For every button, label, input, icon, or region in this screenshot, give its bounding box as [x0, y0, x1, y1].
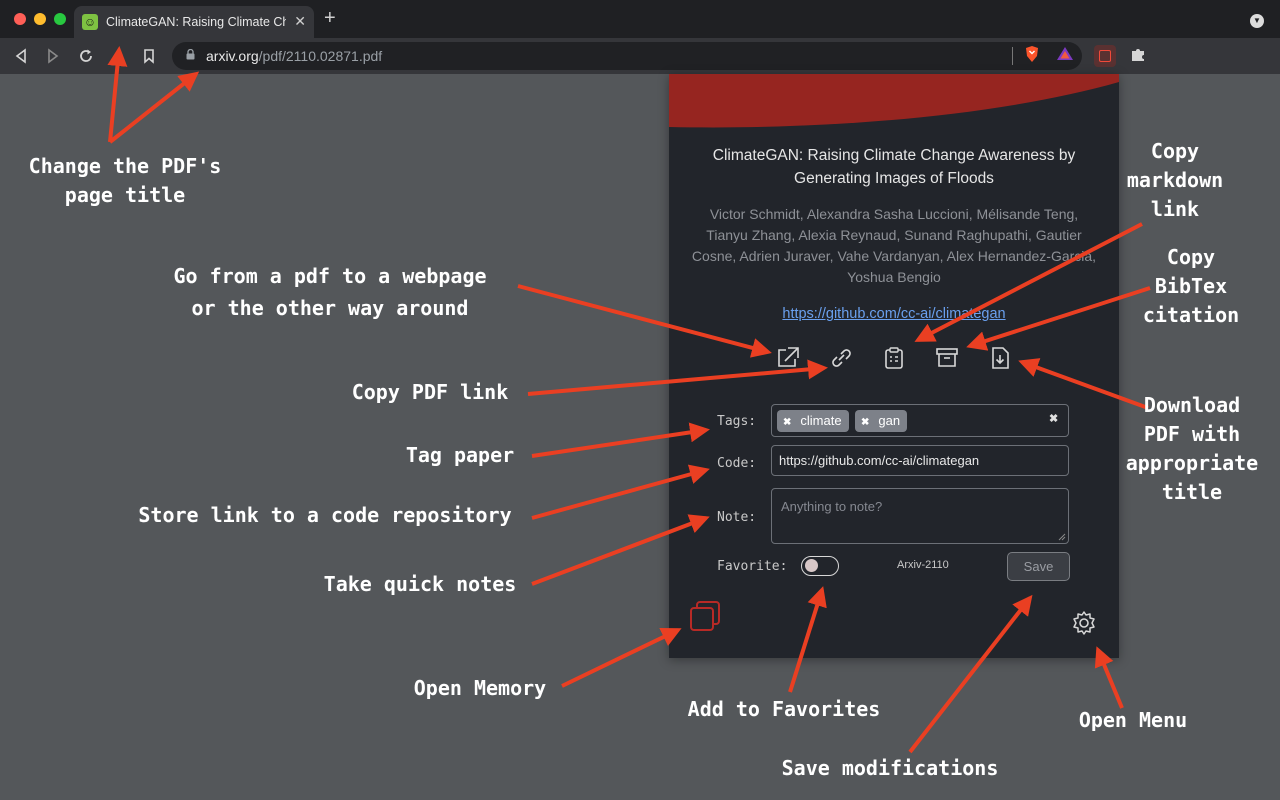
annotation-line: Go from a pdf to a webpage: [173, 264, 487, 288]
arrow-save: [908, 594, 1033, 754]
annotation-open-menu: Open Menu: [1078, 708, 1188, 732]
annotation-line: Copy: [1166, 245, 1216, 269]
arrow-bibtex: [966, 286, 1151, 351]
annotation-quick-notes: Take quick notes: [323, 572, 517, 596]
annotation-save: Save modifications: [781, 756, 999, 780]
annotation-copy-pdf-link: Copy PDF link: [351, 380, 509, 404]
annotation-line: Copy: [1150, 139, 1200, 163]
annotation-line: BibTex: [1154, 274, 1228, 298]
arrow-title-tab: [107, 46, 128, 143]
annotation-line: Download: [1143, 393, 1241, 417]
arrow-open-menu: [1094, 646, 1124, 709]
annotation-tag-paper: Tag paper: [405, 443, 515, 467]
annotation-add-favorites: Add to Favorites: [687, 697, 881, 721]
annotation-line: PDF with: [1143, 422, 1241, 446]
arrow-markdown: [914, 222, 1143, 342]
arrow-quick-notes: [531, 514, 710, 586]
annotation-line: Change the PDF's: [28, 154, 222, 178]
annotation-line: citation: [1142, 303, 1240, 327]
annotation-copy-markdown: Copy markdown link: [1110, 137, 1240, 224]
arrow-favorites: [788, 586, 827, 693]
annotation-store-link: Store link to a code repository: [138, 503, 512, 527]
arrow-code-repo: [531, 464, 710, 520]
annotation-line: appropriate: [1125, 451, 1259, 475]
annotation-line: markdown: [1126, 168, 1224, 192]
annotation-arrows: [107, 46, 1151, 754]
annotation-copy-bibtex: Copy BibTex citation: [1126, 243, 1256, 330]
arrow-copy-pdf-link: [527, 359, 828, 396]
arrow-pdf-webpage: [517, 284, 772, 358]
arrow-title-url: [108, 71, 200, 144]
annotation-open-memory: Open Memory: [413, 676, 547, 700]
annotation-change-title: Change the PDF's page title: [0, 152, 250, 210]
annotation-line: title: [1161, 480, 1223, 504]
arrow-tag-paper: [531, 422, 710, 458]
annotation-line: link: [1150, 197, 1200, 221]
arrow-open-memory: [561, 627, 682, 688]
annotation-line: page title: [64, 183, 186, 207]
annotation-pdf-webpage: Go from a pdf to a webpage or the other …: [130, 260, 530, 324]
annotation-line: or the other way around: [191, 296, 469, 320]
annotation-download-pdf: Download PDF with appropriate title: [1112, 391, 1272, 507]
